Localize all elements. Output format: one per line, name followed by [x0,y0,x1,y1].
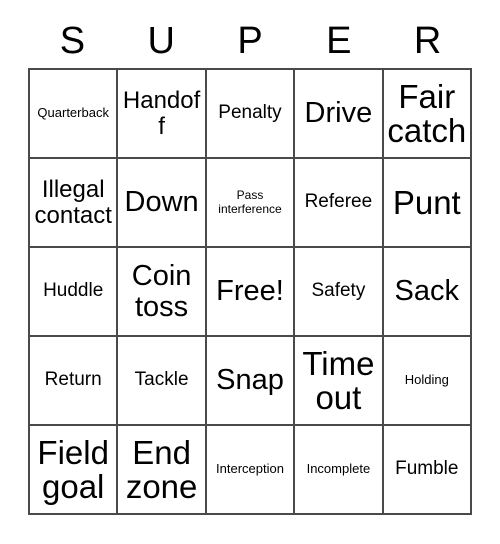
bingo-cell-label: Return [44,369,102,391]
bingo-cell-r5-c5[interactable]: Fumble [383,426,472,515]
bingo-cell-r3-c5[interactable]: Sack [383,248,472,337]
bingo-cell-label: Incomplete [306,461,371,477]
bingo-cell-label: Free! [216,275,284,308]
bingo-cell-r4-c5[interactable]: Holding [383,337,472,426]
bingo-cell-r1-c2[interactable]: Handoff [118,70,207,159]
bingo-cell-label: Illegal contact [34,176,112,229]
bingo-cell-label: Drive [304,97,373,130]
bingo-cell-label: Field goal [37,433,109,505]
header-letter-2: P [237,20,263,62]
bingo-cell-r4-c2[interactable]: Tackle [118,337,207,426]
bingo-cell-label: Snap [216,364,284,397]
header-letter-0: S [59,20,86,62]
bingo-cell-label: Down [124,186,199,219]
bingo-cell-label: Referee [304,191,373,213]
bingo-cell-r1-c3[interactable]: Penalty [206,70,296,159]
bingo-cell-label: Punt [392,183,461,221]
bingo-cell-label: Safety [311,280,366,302]
bingo-cell-label: Time out [302,344,375,416]
bingo-cell-label: Coin toss [131,260,192,323]
bingo-cell-r2-c5[interactable]: Punt [383,159,472,248]
bingo-cell-label: Holding [404,372,449,388]
bingo-cell-r1-c1[interactable]: Quarterback [30,70,119,159]
bingo-cell-label: End zone [125,433,198,505]
header-letter-4: R [413,20,442,62]
bingo-cell-label: Quarterback [37,105,109,121]
header-letter-3: E [326,20,352,62]
bingo-cell-r3-c2[interactable]: Coin toss [118,248,207,337]
bingo-cell-r2-c3[interactable]: Pass interference [206,159,296,248]
bingo-grid: Quarterback Handoff Penalty Drive Fair catch… [28,68,472,515]
bingo-cell-r2-c2[interactable]: Down [118,159,207,248]
bingo-card: S U P E R Quarterback Handoff Penalty Drive… [0,0,500,544]
bingo-cell-r4-c4[interactable]: Time out [295,337,384,426]
bingo-cell-r3-c1[interactable]: Huddle [30,248,119,337]
bingo-cell-r1-c5[interactable]: Fair catch [383,70,472,159]
bingo-cell-r5-c2[interactable]: End zone [118,426,207,515]
header-letter-1: U [147,20,175,62]
bingo-cell-r4-c1[interactable]: Return [30,337,119,426]
bingo-cell-r2-c1[interactable]: Illegal contact [30,159,119,248]
bingo-cell-label: Fumble [395,458,459,480]
bingo-cell-label: Tackle [134,369,189,391]
bingo-cell-r2-c4[interactable]: Referee [295,159,384,248]
bingo-header: S U P E R [28,14,472,68]
bingo-cell-label: Handoff [122,87,201,140]
bingo-cell-r5-c3[interactable]: Interception [206,426,296,515]
bingo-cell-r1-c4[interactable]: Drive [295,70,384,159]
bingo-cell-label: Sack [394,275,460,308]
bingo-cell-label: Pass interference [218,187,282,216]
bingo-cell-label: Fair catch [387,77,467,149]
bingo-cell-r3-c3[interactable]: Free! [206,248,296,337]
bingo-cell-label: Penalty [218,102,282,124]
bingo-cell-label: Interception [216,461,284,477]
bingo-cell-r5-c1[interactable]: Field goal [30,426,119,515]
bingo-cell-r3-c4[interactable]: Safety [295,248,384,337]
bingo-cell-r4-c3[interactable]: Snap [206,337,296,426]
bingo-cell-label: Huddle [43,280,104,302]
bingo-cell-r5-c4[interactable]: Incomplete [295,426,384,515]
